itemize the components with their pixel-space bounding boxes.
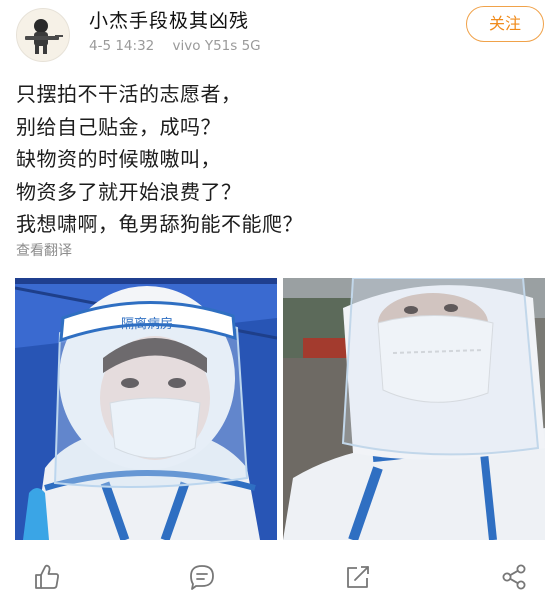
more-share-button[interactable] bbox=[498, 562, 530, 592]
post-text-line: 我想啸啊，龟男舔狗能不能爬？ bbox=[16, 212, 303, 236]
share-edit-icon bbox=[347, 566, 369, 588]
avatar-image bbox=[17, 9, 69, 61]
username[interactable]: 小杰手段极其凶残 bbox=[89, 6, 249, 33]
post-header: 小杰手段极其凶残 4-5 14:32 vivo Y51s 5G 关注 bbox=[0, 0, 560, 66]
share-button[interactable] bbox=[342, 562, 374, 592]
avatar[interactable] bbox=[16, 8, 70, 62]
post-text-line: 物资多了就开始浪费了？ bbox=[16, 179, 242, 204]
comment-icon bbox=[190, 565, 214, 590]
comment-button[interactable] bbox=[186, 562, 218, 592]
follow-button[interactable]: 关注 bbox=[466, 6, 544, 42]
post-photo-2[interactable] bbox=[283, 278, 545, 540]
more-share-icon bbox=[502, 564, 526, 590]
post-text-line: 别给自己贴金，成吗？ bbox=[16, 114, 221, 139]
post-device: vivo Y51s 5G bbox=[172, 38, 261, 54]
post-text: 只摆拍不干活的志愿者， 别给自己贴金，成吗？ 缺物资的时候嗷嗷叫， 物资多了就开… bbox=[16, 78, 536, 241]
like-button[interactable] bbox=[31, 562, 63, 592]
translate-link[interactable]: 查看翻译 bbox=[16, 240, 72, 260]
photo-2-image bbox=[283, 278, 545, 540]
post-date: 4-5 14:32 bbox=[89, 38, 155, 54]
photo-1-image: 隔离病房 bbox=[15, 278, 277, 540]
post-photo-1[interactable]: 隔离病房 bbox=[15, 278, 277, 540]
post-meta: 4-5 14:32 vivo Y51s 5G bbox=[89, 38, 261, 54]
post-text-line: 缺物资的时候嗷嗷叫， bbox=[16, 147, 221, 171]
action-bar bbox=[0, 555, 560, 605]
post-text-line: 只摆拍不干活的志愿者， bbox=[16, 82, 242, 106]
thumb-up-icon bbox=[35, 564, 59, 589]
shield-label: 隔离病房 bbox=[121, 316, 173, 332]
